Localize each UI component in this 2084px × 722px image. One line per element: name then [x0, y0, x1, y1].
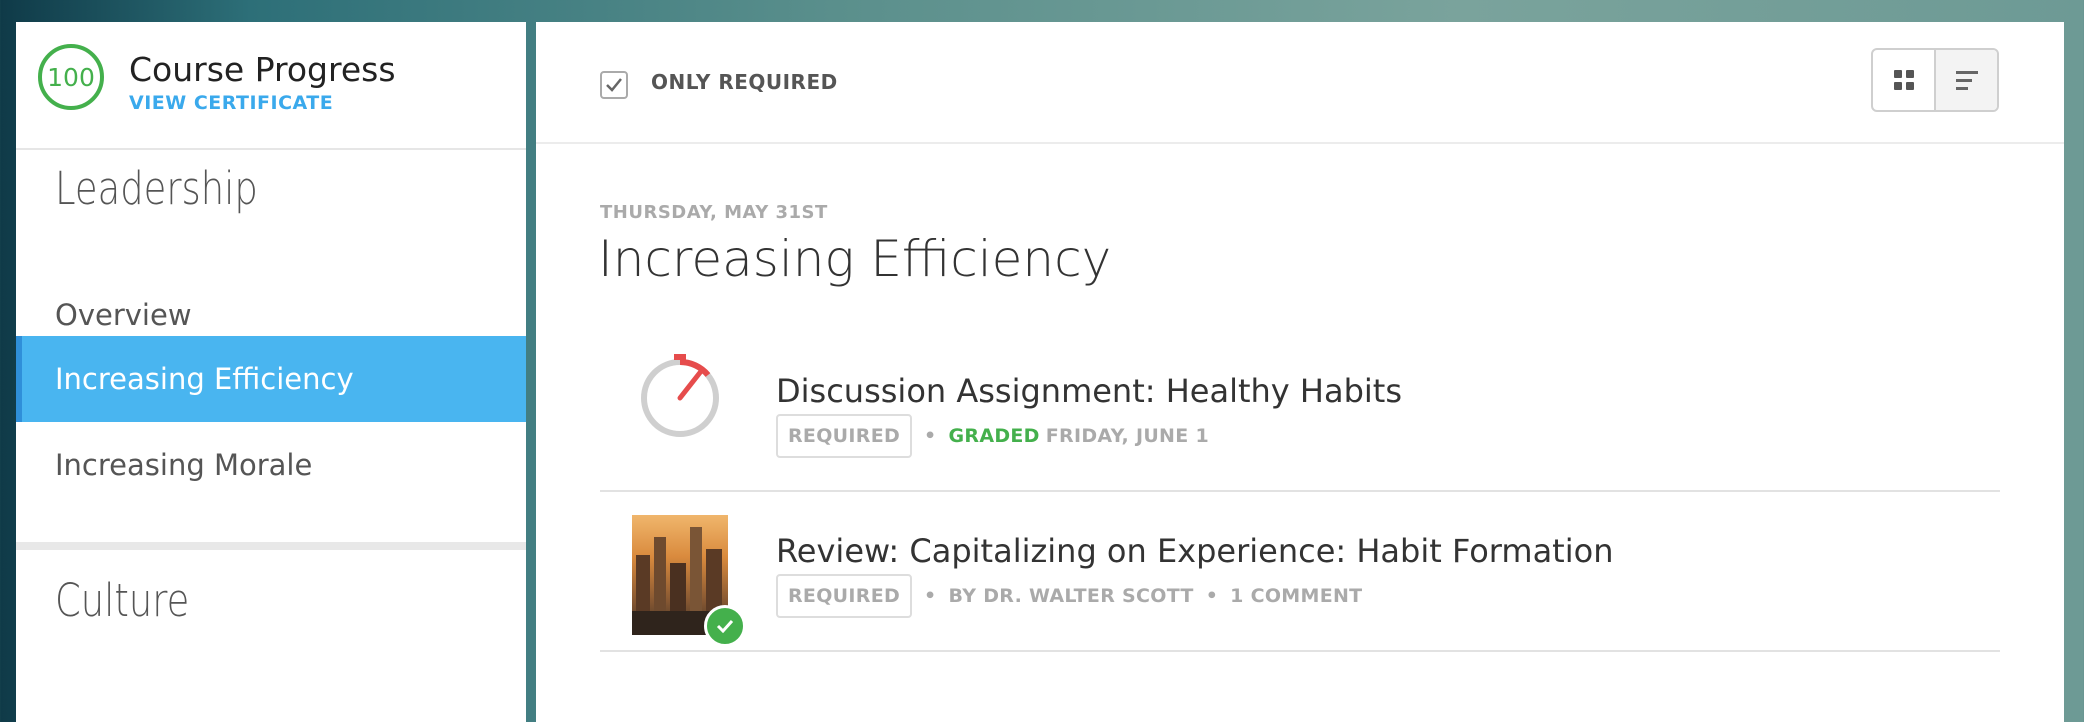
progress-title: Course Progress [129, 50, 396, 89]
progress-value: 100 [47, 62, 95, 92]
section-title-culture[interactable]: Culture [55, 574, 189, 627]
completed-check-icon [704, 605, 746, 647]
module-content: ONLY REQUIRED THURSDAY, MAY 31ST Increas [536, 22, 2064, 722]
grid-view-button[interactable] [1873, 50, 1934, 110]
section-title-leadership: Leadership [55, 162, 258, 215]
item-title[interactable]: Review: Capitalizing on Experience: Habi… [776, 532, 1613, 570]
course-progress-panel: 100 Course Progress VIEW CERTIFICATE [16, 22, 526, 150]
view-toggle [1871, 48, 1999, 112]
only-required-label[interactable]: ONLY REQUIRED [651, 70, 838, 94]
item-title[interactable]: Discussion Assignment: Healthy Habits [776, 372, 1402, 410]
filter-bar: ONLY REQUIRED [536, 22, 2064, 144]
graded-status: GRADED [948, 425, 1040, 447]
course-sidebar: 100 Course Progress VIEW CERTIFICATE Lea… [16, 22, 526, 722]
meta-separator: • [924, 425, 937, 447]
list-item[interactable]: Review: Capitalizing on Experience: Habi… [600, 490, 2000, 652]
list-view-button[interactable] [1934, 50, 1997, 110]
sidebar-item-increasing-morale[interactable]: Increasing Morale [16, 422, 526, 508]
progress-ring: 100 [38, 44, 104, 110]
sidebar-item-label: Increasing Morale [55, 448, 313, 482]
stopwatch-icon [641, 354, 719, 437]
required-badge: REQUIRED [776, 414, 913, 458]
required-badge: REQUIRED [776, 574, 913, 618]
only-required-checkbox[interactable] [600, 71, 628, 99]
meta-separator: • [924, 585, 937, 607]
list-item[interactable]: Discussion Assignment: Healthy Habits RE… [600, 330, 2000, 492]
meta-separator: • [1205, 585, 1219, 607]
item-author: BY DR. WALTER SCOTT [948, 585, 1194, 607]
view-certificate-link[interactable]: VIEW CERTIFICATE [129, 92, 333, 114]
module-date: THURSDAY, MAY 31ST [600, 202, 828, 223]
sidebar-item-increasing-efficiency[interactable]: Increasing Efficiency [16, 336, 526, 422]
sidebar-item-label: Increasing Efficiency [55, 362, 354, 396]
check-icon [716, 619, 734, 633]
list-icon [1955, 71, 1978, 90]
grid-icon [1893, 70, 1914, 90]
item-meta: REQUIRED • GRADED FRIDAY, JUNE 1 [776, 414, 1209, 458]
sidebar-item-label: Overview [55, 298, 192, 332]
module-title: Increasing Efficiency [598, 230, 1112, 288]
item-meta: REQUIRED • BY DR. WALTER SCOTT • 1 COMME… [776, 574, 1362, 618]
graded-date: FRIDAY, JUNE 1 [1045, 425, 1209, 447]
checkmark-icon [606, 78, 622, 92]
section-divider [16, 542, 526, 550]
comment-count-link[interactable]: 1 COMMENT [1230, 585, 1362, 607]
